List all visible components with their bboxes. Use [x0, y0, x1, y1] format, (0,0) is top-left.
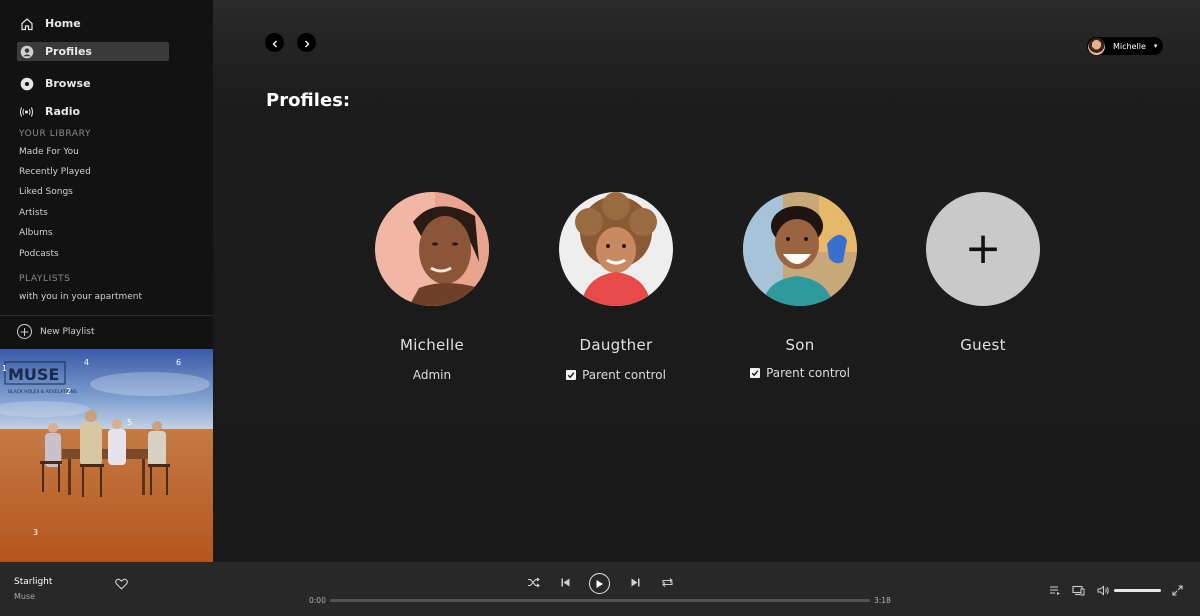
back-button[interactable]	[265, 33, 284, 52]
volume-slider[interactable]	[1114, 589, 1161, 592]
nav-radio-label: Radio	[45, 105, 81, 118]
queue-icon[interactable]	[1048, 584, 1061, 596]
profile-card: Michelle Admin	[375, 192, 489, 382]
profile-icon	[19, 44, 34, 59]
profile-name: Daugther	[579, 336, 653, 354]
progress-bar[interactable]	[330, 599, 870, 602]
profile-avatar[interactable]	[743, 192, 857, 306]
profile-role: Admin	[412, 368, 452, 382]
repeat-icon[interactable]	[660, 575, 674, 589]
chevron-left-icon	[271, 33, 279, 52]
library-item[interactable]: Podcasts	[19, 249, 59, 259]
elapsed-time: 0:00	[309, 596, 326, 605]
parent-control-row: Parent control	[723, 366, 877, 380]
heart-icon[interactable]	[115, 575, 128, 594]
album-number: 6	[176, 358, 181, 367]
parent-control-label: Parent control	[766, 366, 850, 380]
playlist-item[interactable]: with you in your apartment	[19, 292, 142, 302]
previous-track-icon[interactable]	[558, 575, 572, 589]
play-icon	[595, 579, 604, 589]
devices-icon[interactable]	[1071, 584, 1085, 596]
check-icon	[567, 368, 575, 382]
browse-icon	[19, 76, 34, 91]
check-icon	[751, 366, 759, 380]
track-artist[interactable]: Muse	[14, 592, 35, 601]
fullscreen-icon[interactable]	[1171, 584, 1183, 596]
profile-card: Son Parent control	[743, 192, 857, 380]
sidebar-divider	[0, 315, 213, 316]
library-item[interactable]: Albums	[19, 228, 53, 238]
profile-card: Daugther Parent control	[559, 192, 673, 382]
duration-time: 3:18	[874, 596, 891, 605]
new-playlist-button[interactable]: + New Playlist	[17, 324, 94, 339]
profile-avatar[interactable]	[559, 192, 673, 306]
album-number: 5	[127, 418, 132, 427]
profile-name: Michelle	[399, 336, 465, 354]
profile-avatar[interactable]	[375, 192, 489, 306]
album-art[interactable]: MUSE BLACK HOLES & REVELATIONS 1 2 3 4 5…	[0, 349, 213, 562]
profile-name: Son	[785, 336, 815, 354]
library-item[interactable]: Made For You	[19, 147, 79, 157]
home-icon	[19, 16, 34, 31]
nav-radio[interactable]: Radio	[17, 102, 169, 121]
nav-home-label: Home	[45, 17, 81, 30]
album-band-text: MUSE	[8, 365, 59, 384]
track-title[interactable]: Starlight	[14, 577, 52, 587]
volume-icon[interactable]	[1096, 584, 1110, 596]
chevron-right-icon	[303, 33, 311, 52]
play-button[interactable]	[589, 573, 610, 594]
add-guest-button[interactable]: +	[926, 192, 1040, 306]
parent-control-checkbox[interactable]	[750, 366, 761, 380]
album-number: 3	[33, 528, 38, 537]
profile-name: Guest	[960, 336, 1006, 354]
radio-icon	[19, 104, 34, 119]
user-menu-button[interactable]: Michelle ▾	[1087, 37, 1163, 55]
nav-browse-label: Browse	[45, 77, 91, 90]
main-content: Michelle ▾ Profiles: Michelle Admin Daug…	[213, 0, 1200, 562]
library-item[interactable]: Recently Played	[19, 167, 91, 177]
nav-profiles-label: Profiles	[45, 45, 92, 58]
album-number: 1	[2, 364, 7, 373]
nav-browse[interactable]: Browse	[17, 74, 169, 93]
forward-button[interactable]	[297, 33, 316, 52]
playlists-section-title: PLAYLISTS	[19, 274, 71, 284]
player-bar: Starlight Muse 0:00 3:18	[0, 562, 1200, 616]
parent-control-checkbox[interactable]	[566, 368, 577, 382]
library-section-title: YOUR LIBRARY	[19, 129, 92, 139]
new-playlist-label: New Playlist	[40, 326, 95, 337]
library-item[interactable]: Artists	[19, 208, 48, 218]
nav-home[interactable]: Home	[17, 14, 169, 33]
parent-control-row: Parent control	[539, 368, 693, 382]
plus-icon: +	[964, 223, 1002, 274]
album-number: 2	[66, 387, 71, 396]
library-item[interactable]: Liked Songs	[19, 187, 73, 197]
next-track-icon[interactable]	[628, 575, 642, 589]
user-avatar	[1088, 37, 1105, 55]
plus-circle-icon: +	[17, 324, 32, 339]
caret-down-icon: ▾	[1153, 42, 1158, 50]
album-number: 4	[84, 358, 89, 367]
parent-control-label: Parent control	[582, 368, 666, 382]
profile-card: + Guest	[926, 192, 1040, 354]
page-title: Profiles:	[266, 90, 351, 111]
user-name: Michelle	[1113, 41, 1146, 51]
shuffle-icon[interactable]	[526, 575, 540, 589]
nav-profiles[interactable]: Profiles	[17, 42, 169, 61]
